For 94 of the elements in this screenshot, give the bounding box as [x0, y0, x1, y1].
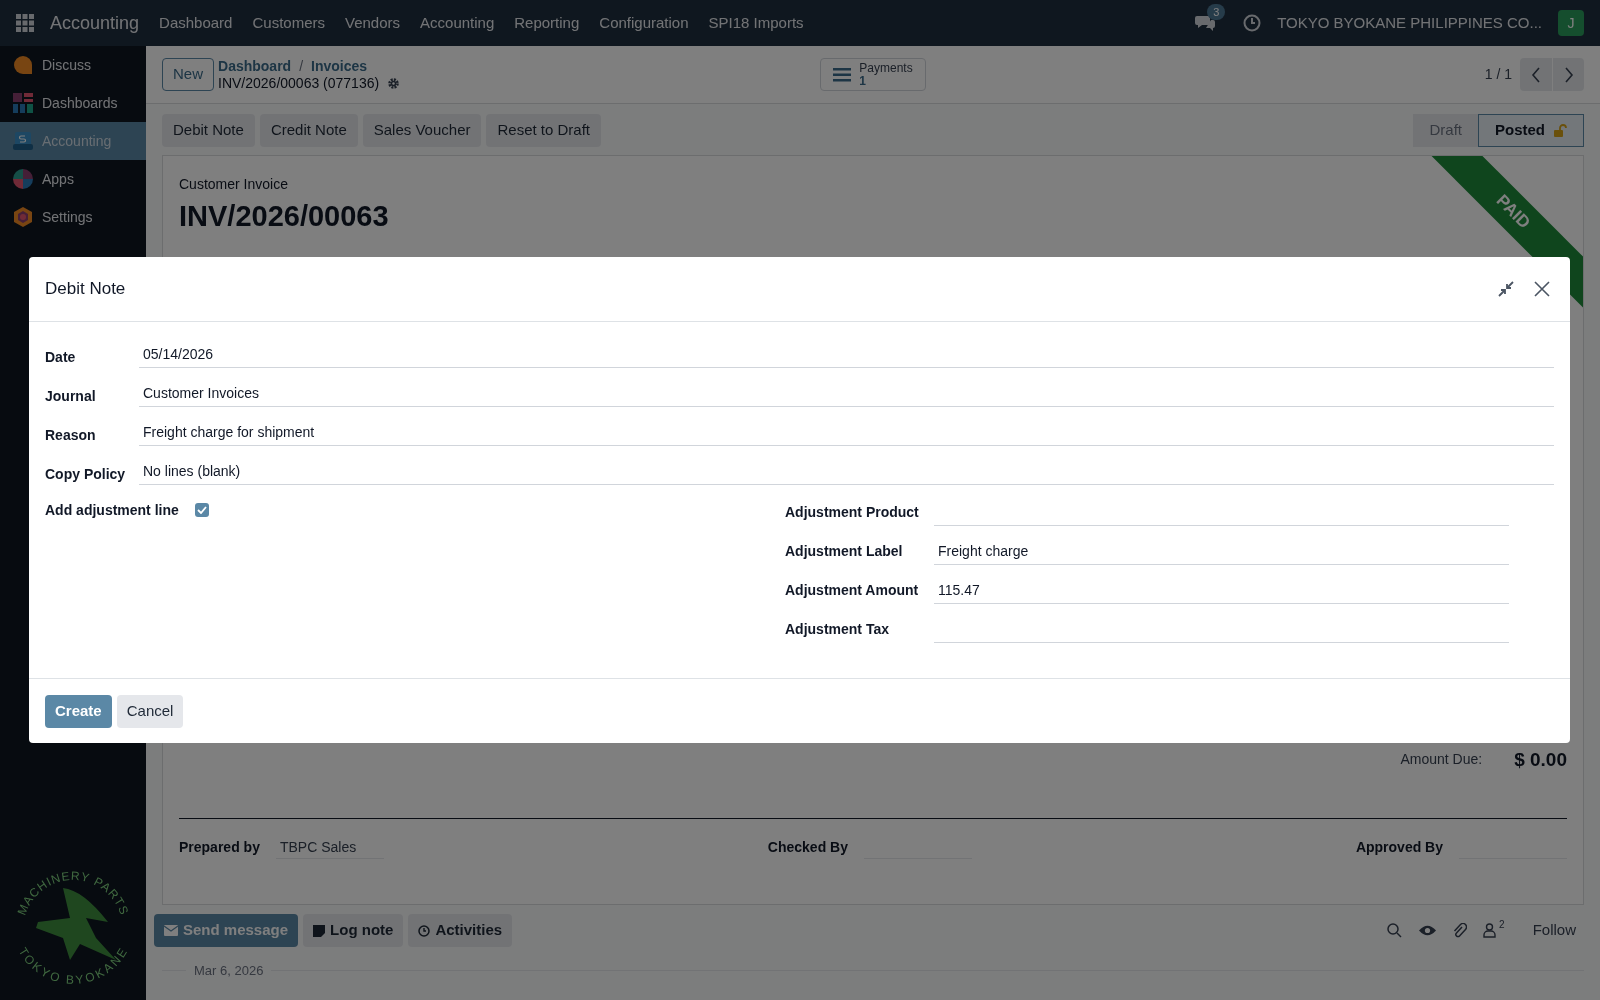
field-input[interactable]: Freight charge: [934, 533, 1509, 565]
signature-label: Checked By: [767, 837, 848, 857]
app-name: Accounting: [50, 11, 140, 35]
cancel-button[interactable]: Cancel: [116, 694, 184, 728]
follower-count: 2: [1499, 918, 1505, 932]
chatter-button[interactable]: Log note: [303, 914, 404, 947]
search-icon[interactable]: [1387, 923, 1403, 938]
status-step[interactable]: Draft: [1413, 114, 1478, 147]
dialog-title: Debit Note: [45, 278, 126, 301]
field-input[interactable]: No lines (blank): [139, 453, 1554, 485]
invoice-icon: [12, 130, 34, 152]
field-label: Adjustment Tax: [785, 620, 890, 639]
checkbox-label: Add adjustment line: [45, 500, 179, 520]
follow-button[interactable]: Follow: [1532, 919, 1576, 942]
envelope-icon: [164, 925, 178, 936]
note-icon: [313, 924, 326, 937]
sidebar-item-label: Apps: [42, 169, 74, 189]
clock-icon: [418, 924, 431, 937]
breadcrumb-separator: /: [299, 57, 304, 75]
amount-due-value: $ 0.00: [1514, 747, 1567, 772]
action-button[interactable]: Credit Note: [259, 114, 358, 147]
sidebar-item[interactable]: Settings: [0, 198, 146, 236]
close-icon[interactable]: [1534, 281, 1550, 297]
field-label: Journal: [45, 387, 97, 406]
user-avatar[interactable]: J: [1558, 10, 1584, 36]
check-icon: [196, 506, 207, 514]
signature-field[interactable]: TBPC Sales: [275, 835, 384, 859]
nav-menu-item[interactable]: Dashboard: [159, 11, 233, 35]
company-name[interactable]: TOKYO BYOKANE PHILIPPINES CO...: [1277, 11, 1542, 35]
create-button[interactable]: Create: [45, 694, 112, 728]
invoice-number: INV/2026/00063: [179, 199, 389, 234]
nav-menu-item[interactable]: Reporting: [514, 11, 580, 35]
field-label: Copy Policy: [45, 465, 127, 484]
action-button[interactable]: Sales Voucher: [362, 114, 482, 147]
nav-menu-item[interactable]: Accounting: [420, 11, 495, 35]
status-step[interactable]: Posted: [1478, 114, 1584, 147]
gear-icon[interactable]: [387, 76, 401, 90]
amount-due-label: Amount Due:: [1400, 750, 1483, 770]
adjustment-checkbox[interactable]: [194, 503, 209, 517]
next-button[interactable]: [1552, 58, 1584, 91]
action-button[interactable]: Debit Note: [162, 114, 255, 147]
field-label: Adjustment Product: [785, 503, 920, 522]
collapse-icon[interactable]: [1498, 281, 1514, 297]
sidebar-item[interactable]: Apps: [0, 160, 146, 198]
field-label: Adjustment Label: [785, 542, 904, 561]
paperclip-icon[interactable]: [1453, 922, 1468, 939]
message-count-badge: 3: [1207, 4, 1226, 20]
list-icon: [833, 67, 852, 82]
nav-menu-item[interactable]: SPI18 Imports: [708, 11, 804, 35]
chatter-button[interactable]: Activities: [408, 914, 513, 947]
record-name: INV/2026/00063 (077136): [218, 74, 380, 92]
payments-smart-button[interactable]: Payments 1: [820, 58, 926, 91]
field-input[interactable]: 05/14/2026: [139, 336, 1554, 368]
nav-menu-item[interactable]: Customers: [252, 11, 325, 35]
chevron-right-icon: [1563, 66, 1574, 83]
sidebar-item-label: Accounting: [42, 131, 112, 151]
clock-icon[interactable]: [1243, 14, 1262, 32]
sidebar-item[interactable]: Dashboards: [0, 84, 146, 122]
person-icon[interactable]: [1483, 923, 1497, 938]
unlock-icon: [1553, 123, 1567, 138]
chat-icon[interactable]: [1195, 14, 1216, 32]
field-input[interactable]: Customer Invoices: [139, 375, 1554, 407]
chevron-left-icon: [1531, 66, 1541, 83]
sidebar-item-label: Discuss: [42, 55, 91, 75]
field-label: Date: [45, 348, 77, 367]
action-button[interactable]: Reset to Draft: [486, 114, 602, 147]
field-input[interactable]: 115.47: [934, 572, 1509, 604]
invoice-type: Customer Invoice: [179, 175, 289, 194]
field-input[interactable]: Freight charge for shipment: [139, 414, 1554, 446]
signature-label: Prepared by: [179, 837, 260, 857]
signature-label: Approved By: [1355, 837, 1443, 857]
new-button[interactable]: New: [162, 58, 214, 91]
breadcrumb-link[interactable]: Dashboard: [218, 57, 292, 75]
chatter-button[interactable]: Send message: [154, 914, 299, 947]
date-separator: Mar 6, 2026: [193, 962, 265, 980]
pager-value: 1 / 1: [1484, 65, 1512, 84]
chat-bubble-icon: [12, 54, 34, 76]
payments-label: Payments: [859, 61, 913, 75]
dashboard-icon: [12, 92, 34, 114]
payments-count: 1: [859, 74, 866, 88]
nav-menu-item[interactable]: Configuration: [599, 11, 689, 35]
previous-button[interactable]: [1520, 58, 1552, 91]
sidebar-item-label: Settings: [42, 207, 93, 227]
apps-icon: [12, 168, 34, 190]
breadcrumb-link[interactable]: Invoices: [311, 57, 368, 75]
sidebar-item[interactable]: Accounting: [0, 122, 146, 160]
eye-icon[interactable]: [1418, 924, 1438, 937]
sidebar-item-label: Dashboards: [42, 93, 118, 113]
settings-icon: [12, 206, 34, 228]
field-label: Reason: [45, 426, 97, 445]
nav-menu-item[interactable]: Vendors: [345, 11, 401, 35]
field-label: Adjustment Amount: [785, 581, 920, 600]
apps-grid-icon[interactable]: [16, 14, 34, 32]
sidebar-item[interactable]: Discuss: [0, 46, 146, 84]
